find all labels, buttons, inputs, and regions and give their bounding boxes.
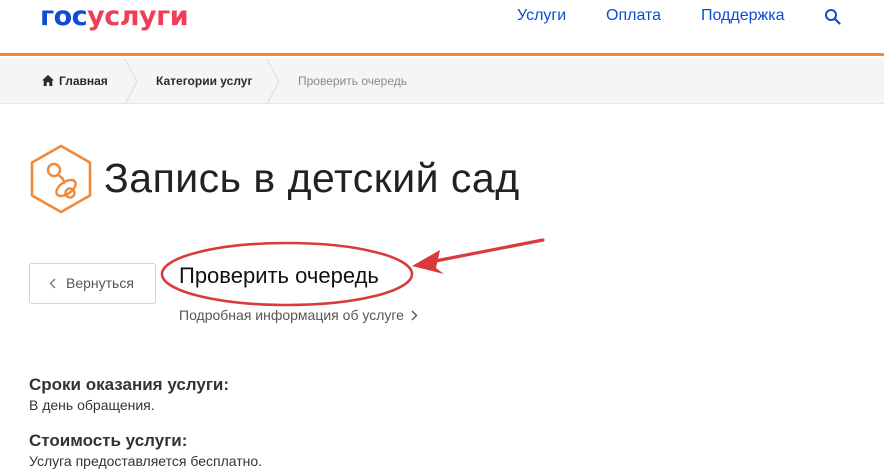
annotation-arrow-head bbox=[412, 250, 444, 274]
chevron-left-icon bbox=[49, 265, 57, 289]
breadcrumb: Главная Категории услуг Проверить очеред… bbox=[0, 58, 884, 105]
breadcrumb-home[interactable]: Главная bbox=[42, 74, 108, 88]
breadcrumb-categories[interactable]: Категории услуг bbox=[156, 74, 252, 88]
page-title: Запись в детский сад bbox=[104, 155, 520, 201]
back-button[interactable]: Вернуться bbox=[29, 263, 156, 304]
more-info-link[interactable]: Подробная информация об услуге bbox=[179, 307, 418, 323]
home-icon bbox=[42, 75, 54, 86]
nav-support-link[interactable]: Поддержка bbox=[701, 7, 784, 25]
nav-services-link[interactable]: Услуги bbox=[517, 7, 566, 25]
pacifier-icon bbox=[28, 144, 94, 214]
site-header: госуслуги Услуги Оплата Поддержка bbox=[0, 0, 884, 56]
annotation-arrow-line bbox=[428, 238, 545, 264]
service-title: Проверить очередь bbox=[179, 263, 379, 288]
chevron-right-icon bbox=[410, 308, 418, 321]
back-button-label: Вернуться bbox=[66, 275, 134, 291]
section-heading-cost: Стоимость услуги: bbox=[29, 431, 188, 450]
breadcrumb-separator bbox=[124, 58, 138, 105]
breadcrumb-home-label: Главная bbox=[59, 74, 108, 88]
main-nav: Услуги Оплата Поддержка bbox=[0, 7, 884, 27]
section-heading-timing: Сроки оказания услуги: bbox=[29, 375, 230, 394]
search-icon[interactable] bbox=[824, 8, 842, 26]
section-text-timing: В день обращения. bbox=[29, 397, 155, 413]
breadcrumb-separator bbox=[266, 58, 280, 105]
section-text-cost: Услуга предоставляется бесплатно. bbox=[29, 453, 263, 469]
nav-payment-link[interactable]: Оплата bbox=[606, 7, 661, 25]
breadcrumb-current: Проверить очередь bbox=[298, 74, 408, 88]
more-info-label: Подробная информация об услуге bbox=[179, 307, 404, 323]
